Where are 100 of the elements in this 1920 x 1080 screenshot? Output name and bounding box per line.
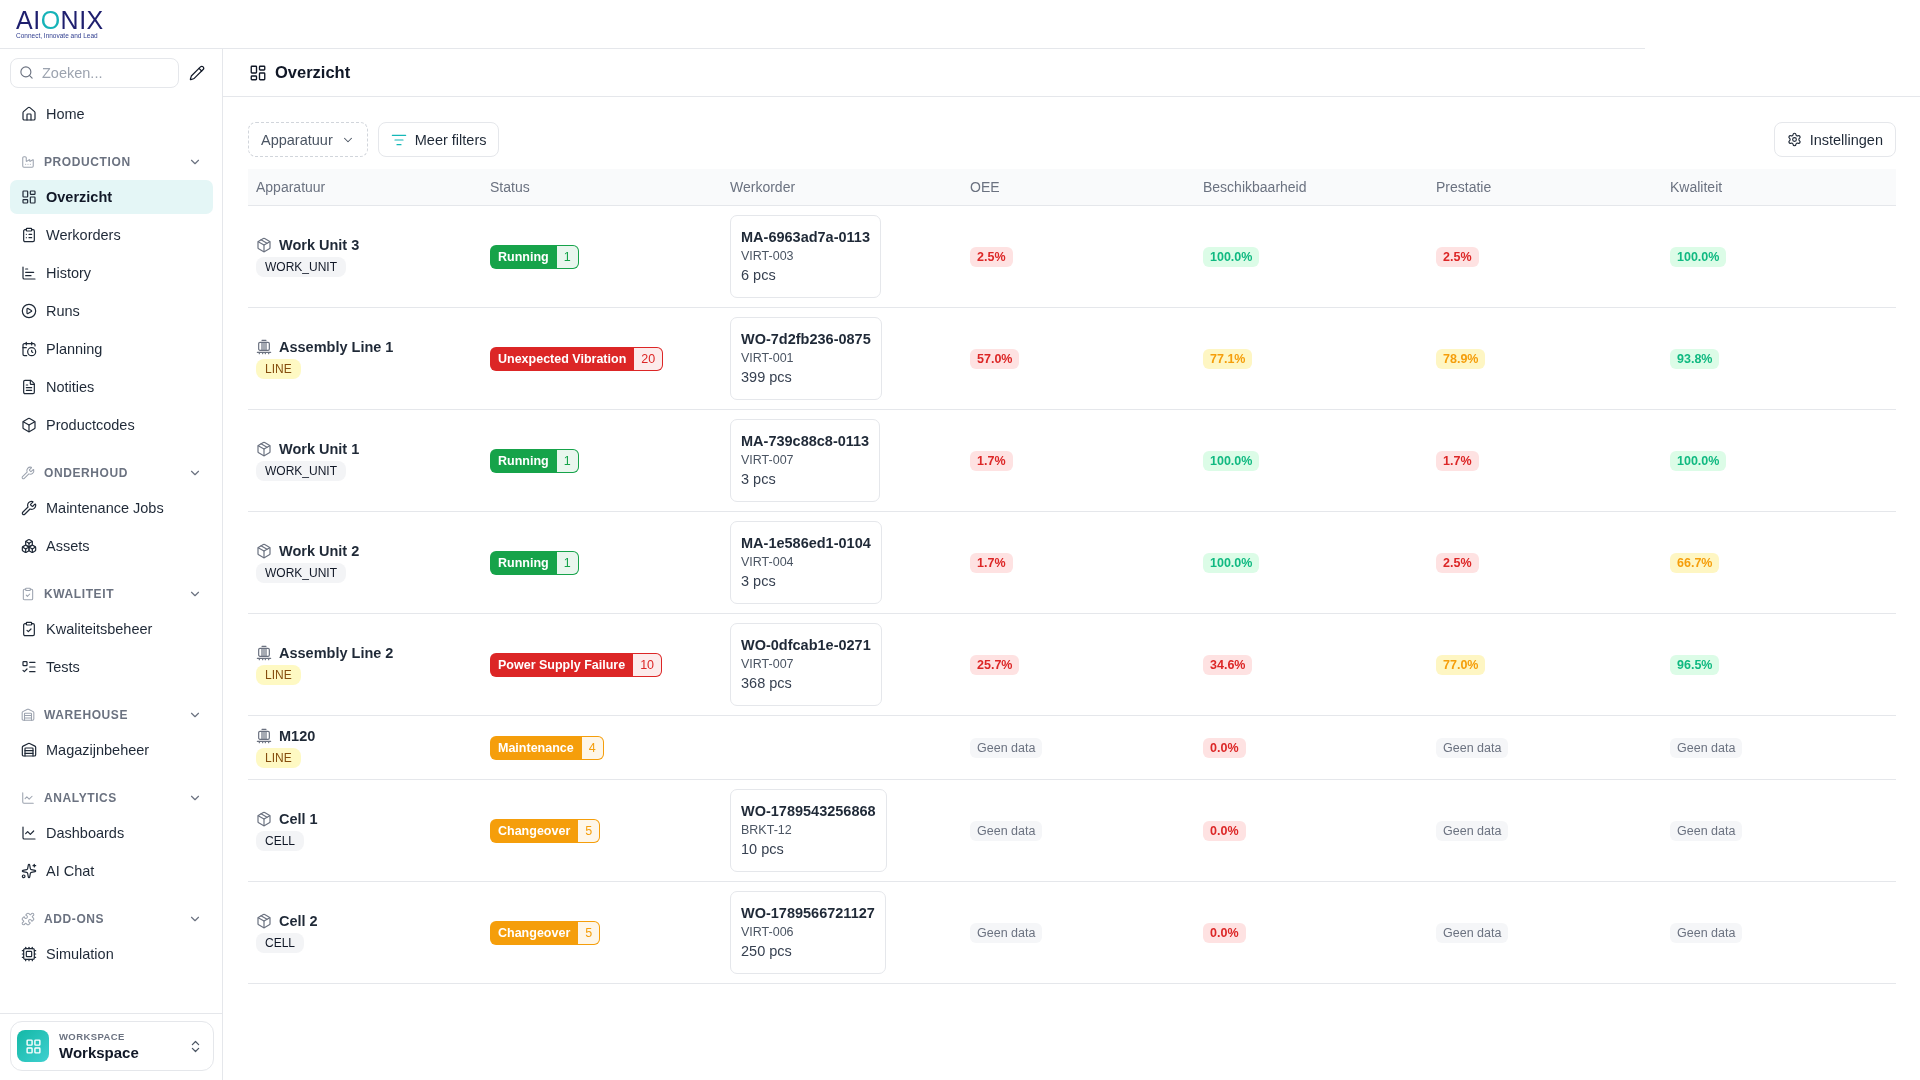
product-code: VIRT-004 [741, 554, 794, 571]
product-code: VIRT-001 [741, 350, 794, 367]
logo-wordmark: AIONIX [16, 8, 104, 31]
sidebar-item[interactable]: AI Chat [10, 854, 213, 888]
settings-icon [1786, 132, 1802, 147]
sidebar-item[interactable]: Overzicht [10, 180, 213, 214]
box-icon [21, 417, 37, 433]
equipment-type-tag: LINE [256, 358, 301, 379]
sidebar-section-header[interactable]: ONDERHOUD [10, 458, 213, 488]
product-code: VIRT-007 [741, 656, 794, 673]
metric-value: 93.8% [1670, 348, 1720, 369]
sidebar-item[interactable]: Notities [10, 370, 213, 404]
equipment-type-tag: WORK_UNIT [256, 256, 346, 277]
sidebar-section-header[interactable]: WAREHOUSE [10, 700, 213, 730]
equipment-name: Work Unit 3 [279, 236, 360, 253]
status-label: Running [490, 550, 557, 575]
metric-value: Geen data [1436, 820, 1509, 841]
status-label: Power Supply Failure [490, 652, 634, 677]
product-code: VIRT-007 [741, 452, 794, 469]
sidebar-item[interactable]: Dashboards [10, 816, 213, 850]
more-filters-button[interactable]: Meer filters [377, 122, 500, 157]
status-label: Running [490, 448, 557, 473]
sidebar-item[interactable]: Assets [10, 529, 213, 563]
chip-icon [21, 946, 37, 962]
sidebar-section-header[interactable]: ADD-ONS [10, 904, 213, 934]
metric-value: Geen data [1670, 737, 1743, 758]
equipment-name: Cell 2 [279, 912, 318, 929]
settings-button[interactable]: Instellingen [1773, 122, 1896, 157]
status-count: 10 [633, 652, 663, 677]
sidebar-item[interactable]: Werkorders [10, 218, 213, 252]
warehouse-icon [21, 708, 35, 722]
sidebar-item[interactable]: Productcodes [10, 408, 213, 442]
metric-value: 100.0% [1203, 552, 1260, 573]
column-header: OEE [969, 179, 1001, 195]
wrench-icon [21, 466, 35, 480]
metric-value: Geen data [1670, 820, 1743, 841]
quantity: 3 pcs [741, 572, 776, 591]
column-header: Prestatie [1435, 179, 1493, 195]
metric-value: Geen data [970, 922, 1043, 943]
sidebar-item[interactable]: History [10, 256, 213, 290]
sidebar-item[interactable]: Tests [10, 650, 213, 684]
status-count: 4 [581, 735, 604, 760]
sidebar-item[interactable]: Planning [10, 332, 213, 366]
equipment-name: Cell 1 [279, 810, 318, 827]
sidebar-item[interactable]: Runs [10, 294, 213, 328]
sidebar-item[interactable]: Home [10, 97, 213, 131]
work-order-id: MA-739c88c8-0113 [741, 432, 870, 451]
metric-value: Geen data [970, 737, 1043, 758]
status-count: 20 [634, 346, 664, 371]
sidebar-section-header[interactable]: KWALITEIT [10, 579, 213, 609]
status-count: 1 [556, 244, 579, 269]
metric-value: 100.0% [1203, 246, 1260, 267]
sidebar-item[interactable]: Kwaliteitsbeheer [10, 612, 213, 646]
status-label: Changeover [490, 920, 579, 945]
equipment-filter-dropdown[interactable]: Apparatuur [248, 122, 368, 157]
pencil-icon[interactable] [189, 65, 205, 81]
equipment-type-tag: LINE [256, 664, 301, 685]
package-icon [256, 810, 272, 827]
metric-value: 77.1% [1203, 348, 1253, 369]
work-order-id: MA-6963ad7a-0113 [741, 228, 870, 247]
factory-icon [21, 155, 35, 169]
metric-value: Geen data [1436, 922, 1509, 943]
work-order-id: WO-1789566721127 [741, 904, 875, 923]
clipboard-check-icon [21, 621, 37, 637]
machine-icon [256, 727, 272, 744]
home-icon [21, 106, 37, 122]
metric-value: Geen data [1436, 737, 1509, 758]
metric-value: Geen data [970, 820, 1043, 841]
metric-value: 100.0% [1203, 450, 1260, 471]
line-chart-icon [21, 825, 37, 841]
equipment-name: M120 [279, 727, 316, 744]
workspace-switcher[interactable]: WORKSPACE Workspace [10, 1021, 214, 1071]
metric-value: 100.0% [1670, 246, 1727, 267]
metric-value: 34.6% [1203, 654, 1253, 675]
sidebar-section-header[interactable]: ANALYTICS [10, 783, 213, 813]
metric-value: 0.0% [1203, 922, 1246, 943]
sidebar-item[interactable]: Maintenance Jobs [10, 491, 213, 525]
product-code: VIRT-003 [741, 248, 794, 265]
status-count: 5 [578, 920, 601, 945]
equipment-name: Work Unit 1 [279, 440, 360, 457]
product-code: BRKT-12 [741, 822, 792, 839]
status-count: 1 [556, 448, 579, 473]
quantity: 368 pcs [741, 674, 792, 693]
equipment-type-tag: CELL [256, 932, 305, 953]
sidebar-item[interactable]: Magazijnbeheer [10, 733, 213, 767]
sidebar-section-header[interactable]: PRODUCTION [10, 147, 213, 177]
status-label: Changeover [490, 818, 579, 843]
status-count: 5 [578, 818, 601, 843]
search-field[interactable]: Zoeken... [10, 58, 179, 88]
grid-icon [17, 1030, 49, 1062]
metric-value: 1.7% [970, 552, 1013, 573]
metric-value: 1.7% [970, 450, 1013, 471]
document-icon [21, 379, 37, 395]
sidebar-item[interactable]: Simulation [10, 937, 213, 971]
wrench-icon [21, 500, 37, 516]
work-order-id: WO-7d2fb236-0875 [741, 330, 871, 349]
dashboard-grid-icon [249, 63, 267, 82]
metric-value: 77.0% [1436, 654, 1486, 675]
equipment-type-tag: WORK_UNIT [256, 562, 346, 583]
work-order-id: MA-1e586ed1-0104 [741, 534, 871, 553]
